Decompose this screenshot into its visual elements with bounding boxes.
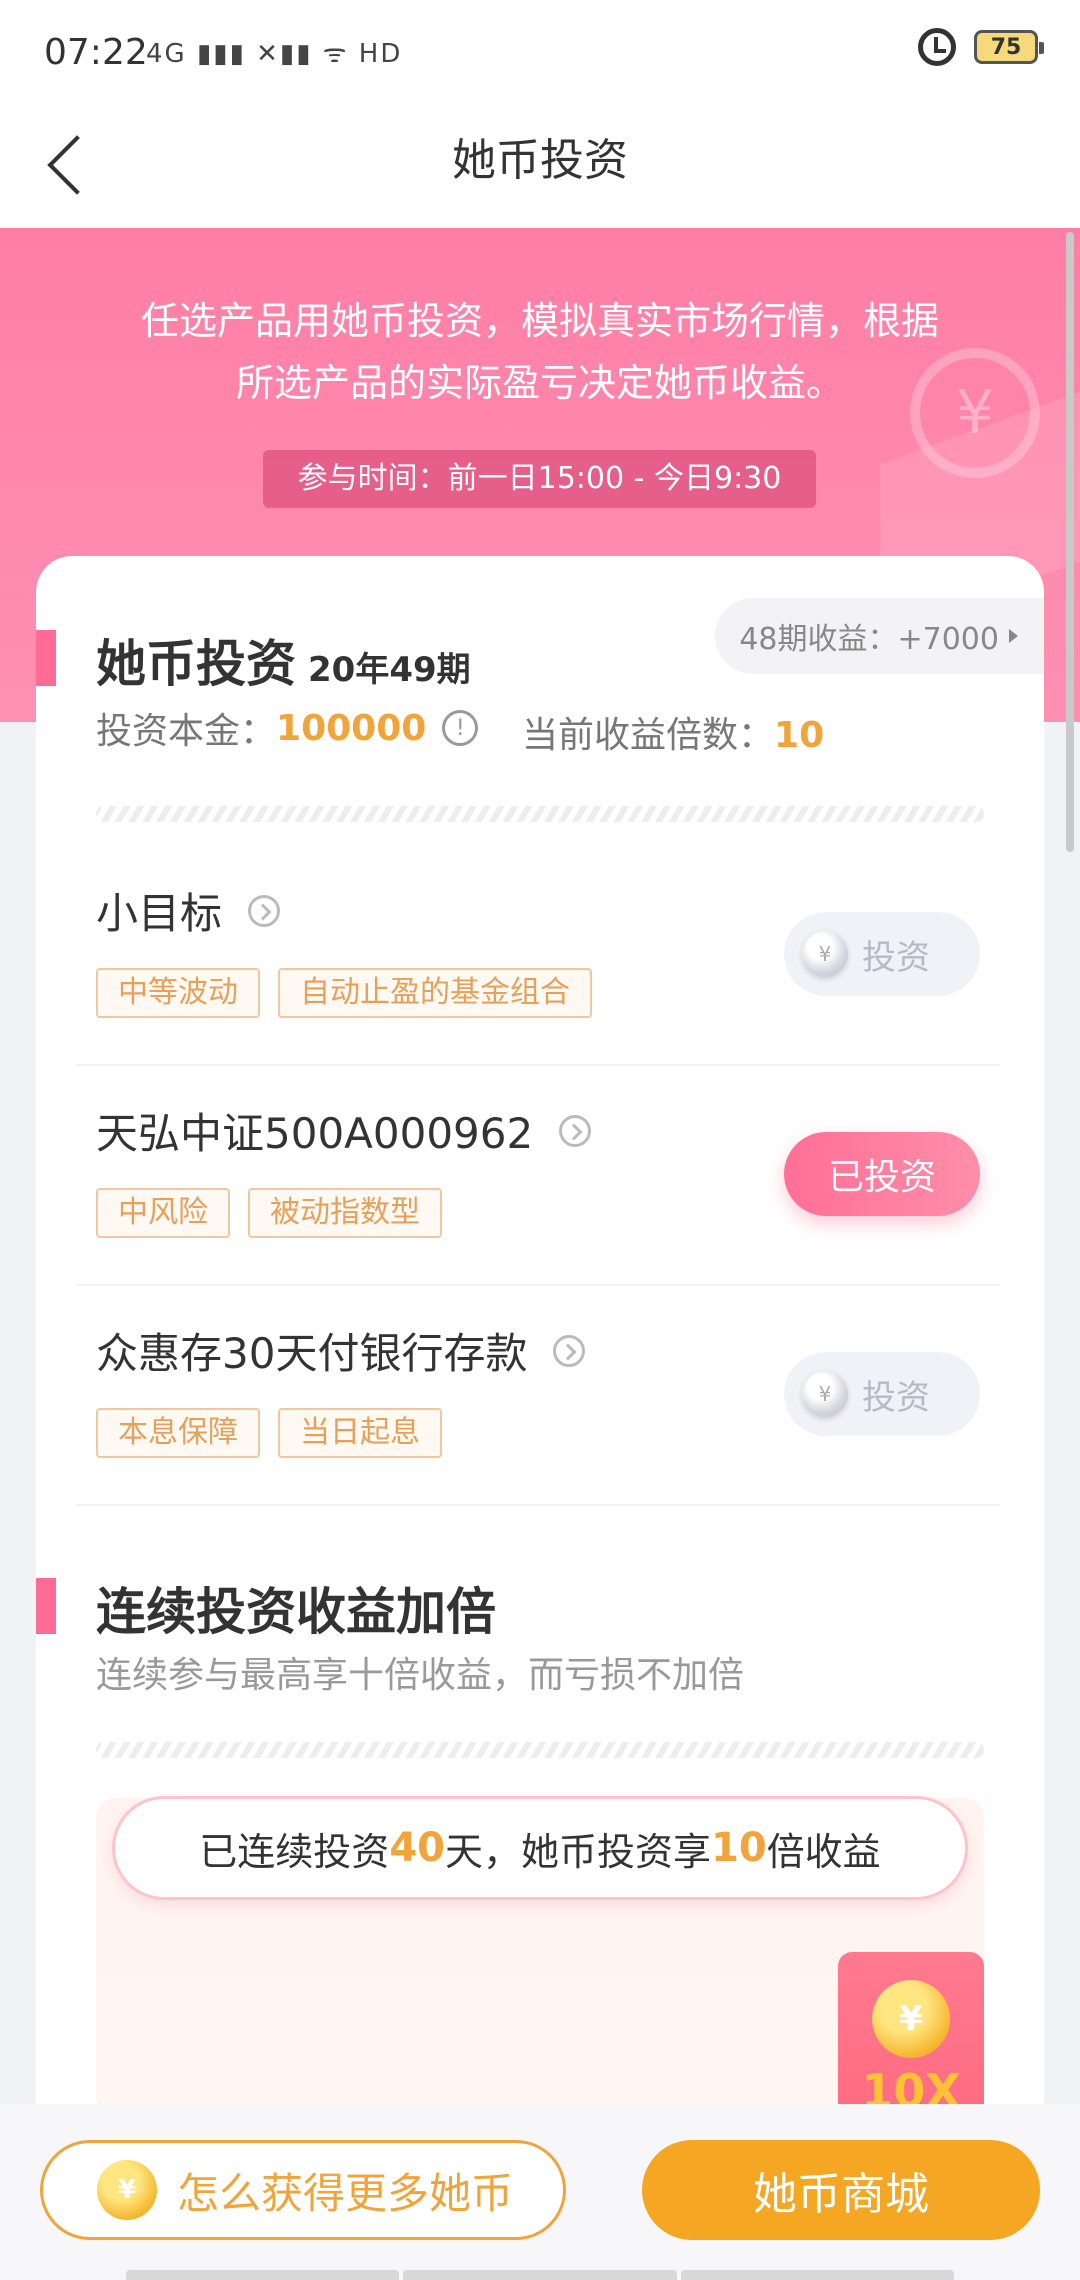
bottom-action-bar: ¥ 怎么获得更多她币 她币商城 xyxy=(0,2104,1080,2280)
product-tag: 中风险 xyxy=(96,1188,230,1238)
invest-button[interactable]: ¥ 投资 xyxy=(784,1352,980,1436)
divider-hatch xyxy=(96,806,984,822)
chevron-right-icon[interactable] xyxy=(248,894,281,927)
product-item: 天弘中证500A000962 中风险 被动指数型 已投资 xyxy=(76,1066,1000,1286)
product-item: 众惠存30天付银行存款 本息保障 当日起息 ¥ 投资 xyxy=(76,1286,1000,1506)
battery-icon: 75 xyxy=(974,30,1044,64)
product-name[interactable]: 小目标 xyxy=(96,880,281,941)
product-tags: 本息保障 当日起息 xyxy=(96,1408,442,1458)
investment-card: 她币投资 20年49期 48期收益：+7000 投资本金： 100000 ! 当前… xyxy=(36,556,1044,2116)
product-name[interactable]: 天弘中证500A000962 xyxy=(96,1100,592,1161)
last-earnings-chip[interactable]: 48期收益：+7000 xyxy=(715,598,1044,674)
indicator-segment xyxy=(403,2270,677,2280)
info-icon[interactable]: ! xyxy=(442,710,479,746)
principal-value: 100000 xyxy=(276,707,427,749)
scrollbar[interactable] xyxy=(1066,232,1074,852)
investment-title-text: 她币投资 xyxy=(96,635,296,693)
alarm-icon xyxy=(918,28,956,66)
ten-x-badge: ¥ 10X xyxy=(838,1952,984,2116)
multiple-value: 10 xyxy=(774,715,825,756)
last-earnings-text: 48期收益：+7000 xyxy=(739,622,999,657)
product-tag: 中等波动 xyxy=(96,968,260,1018)
chevron-right-icon[interactable] xyxy=(553,1334,586,1367)
streak-days: 40 xyxy=(389,1825,445,1871)
product-tags: 中风险 被动指数型 xyxy=(96,1188,442,1238)
nav-bar: 她币投资 xyxy=(0,104,1080,228)
product-name-text: 众惠存30天付银行存款 xyxy=(96,1329,528,1378)
streak-prefix: 已连续投资 xyxy=(199,1829,390,1874)
streak-middle: 天，她币投资享 xyxy=(444,1829,711,1874)
chevron-right-icon[interactable] xyxy=(559,1114,592,1147)
product-name-text: 小目标 xyxy=(96,889,223,938)
principal-row: 投资本金： 100000 ! xyxy=(96,702,479,754)
product-tag: 自动止盈的基金组合 xyxy=(278,968,592,1018)
streak-multiple: 10 xyxy=(711,1825,767,1871)
indicator-segment xyxy=(680,2270,954,2280)
signal-icon: 4G ▮▮▮ ✕▮▮ ᯤ HD xyxy=(146,39,403,69)
section-accent-bar xyxy=(36,1578,56,1634)
mall-button[interactable]: 她币商城 xyxy=(642,2140,1040,2240)
product-tag: 当日起息 xyxy=(278,1408,442,1458)
arrow-right-icon xyxy=(1009,629,1018,643)
invest-button[interactable]: ¥ 投资 xyxy=(784,912,980,996)
coin-icon: ¥ xyxy=(802,931,848,977)
coin-icon: ¥ xyxy=(802,1371,848,1417)
principal-label: 投资本金： xyxy=(96,711,277,752)
indicator-segment xyxy=(126,2270,400,2280)
product-tags: 中等波动 自动止盈的基金组合 xyxy=(96,968,592,1018)
status-right: 75 xyxy=(918,28,1044,66)
hero-line-1: 任选产品用她币投资，模拟真实市场行情，根据 xyxy=(140,299,939,343)
streak-status-pill: 已连续投资 40 天，她币投资享 10 倍收益 xyxy=(112,1796,968,1900)
invested-button[interactable]: 已投资 xyxy=(784,1132,980,1216)
gold-coin-icon: ¥ xyxy=(97,2160,157,2220)
streak-title: 连续投资收益加倍 xyxy=(96,1583,496,1641)
divider-hatch xyxy=(96,1742,984,1758)
streak-suffix: 倍收益 xyxy=(766,1829,881,1874)
streak-subtitle: 连续参与最高享十倍收益，而亏损不加倍 xyxy=(96,1655,745,1696)
product-item: 小目标 中等波动 自动止盈的基金组合 ¥ 投资 xyxy=(76,846,1000,1066)
home-indicator xyxy=(126,2270,954,2280)
participation-time: 参与时间：前一日15:00 - 今日9:30 xyxy=(263,450,816,508)
investment-title: 她币投资 20年49期 xyxy=(96,624,471,696)
how-to-get-more-button[interactable]: ¥ 怎么获得更多她币 xyxy=(40,2140,566,2240)
product-name[interactable]: 众惠存30天付银行存款 xyxy=(96,1320,586,1381)
hero-description: 任选产品用她币投资，模拟真实市场行情，根据 所选产品的实际盈亏决定她币收益。 xyxy=(0,290,1080,414)
status-bar: 07:22 4G ▮▮▮ ✕▮▮ ᯤ HD 75 xyxy=(0,0,1080,104)
invest-button-label: 投资 xyxy=(862,1377,930,1418)
product-tag: 本息保障 xyxy=(96,1408,260,1458)
hero-line-2: 所选产品的实际盈亏决定她币收益。 xyxy=(235,361,844,405)
page-title: 她币投资 xyxy=(452,135,628,186)
multiple-label: 当前收益倍数： xyxy=(522,715,775,756)
invest-button-label: 投资 xyxy=(862,937,930,978)
product-name-text: 天弘中证500A000962 xyxy=(96,1109,534,1158)
investment-period: 20年49期 xyxy=(308,650,471,690)
status-time: 07:22 xyxy=(44,32,148,73)
section-accent-bar xyxy=(36,630,56,686)
product-tag: 被动指数型 xyxy=(248,1188,442,1238)
gold-coin-icon: ¥ xyxy=(872,1980,950,2058)
multiple-row: 当前收益倍数：10 xyxy=(522,706,824,758)
how-to-get-more-label: 怎么获得更多她币 xyxy=(177,2168,514,2218)
